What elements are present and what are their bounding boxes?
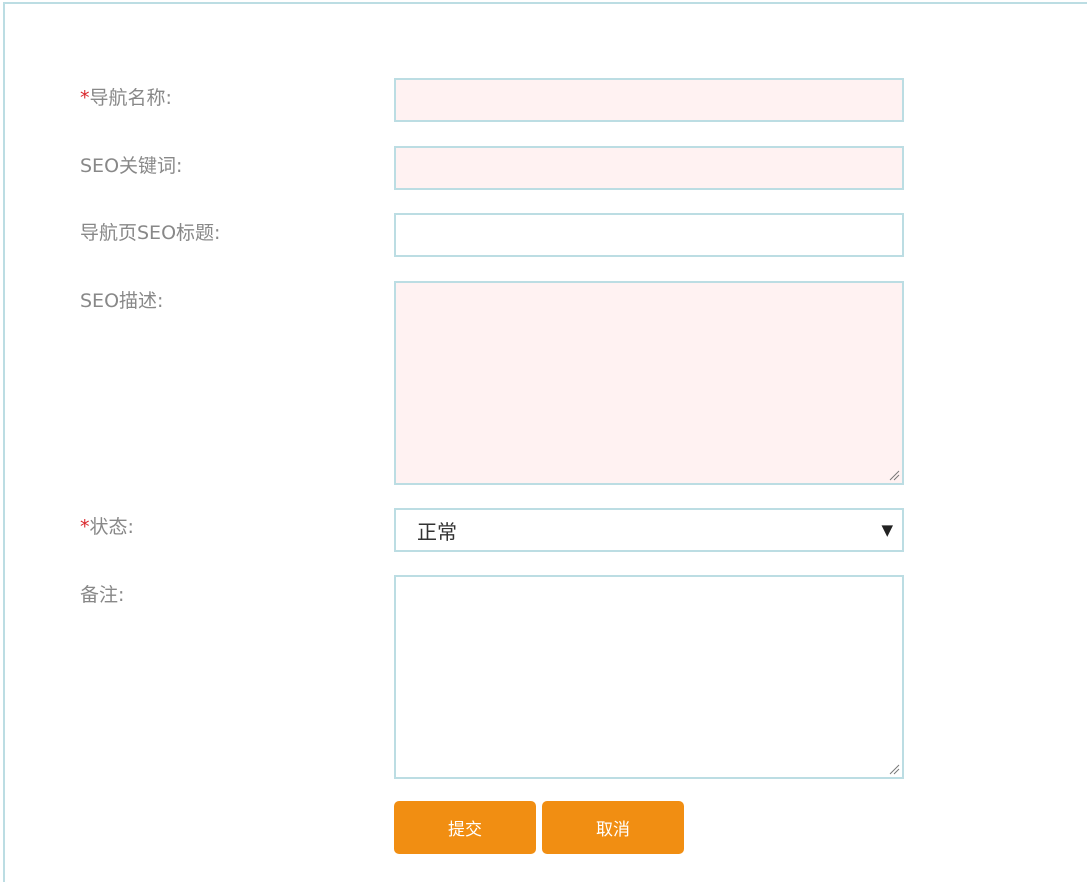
remark-label: 备注: [80,584,125,606]
cancel-button[interactable]: 取消 [542,801,684,854]
nav-name-input[interactable] [394,78,904,122]
triangle-down-icon: ▼ [881,521,893,539]
seo-title-label: 导航页SEO标题: [80,222,221,244]
seo-keywords-input[interactable] [394,146,904,190]
seo-keywords-label: SEO关键词: [80,155,183,177]
status-label: *状态: [80,516,134,538]
required-mark: * [80,87,90,109]
status-selected-value: 正常 [417,520,457,544]
status-select[interactable]: 正常 ▼ [394,508,904,552]
seo-description-label: SEO描述: [80,290,164,312]
nav-name-label: *导航名称: [80,87,172,109]
resize-grip-icon[interactable] [888,469,900,481]
seo-title-input[interactable] [394,213,904,257]
submit-button[interactable]: 提交 [394,801,536,854]
required-mark: * [80,516,90,538]
remark-textarea[interactable] [394,575,904,779]
seo-description-textarea[interactable] [394,281,904,485]
resize-grip-icon[interactable] [888,763,900,775]
